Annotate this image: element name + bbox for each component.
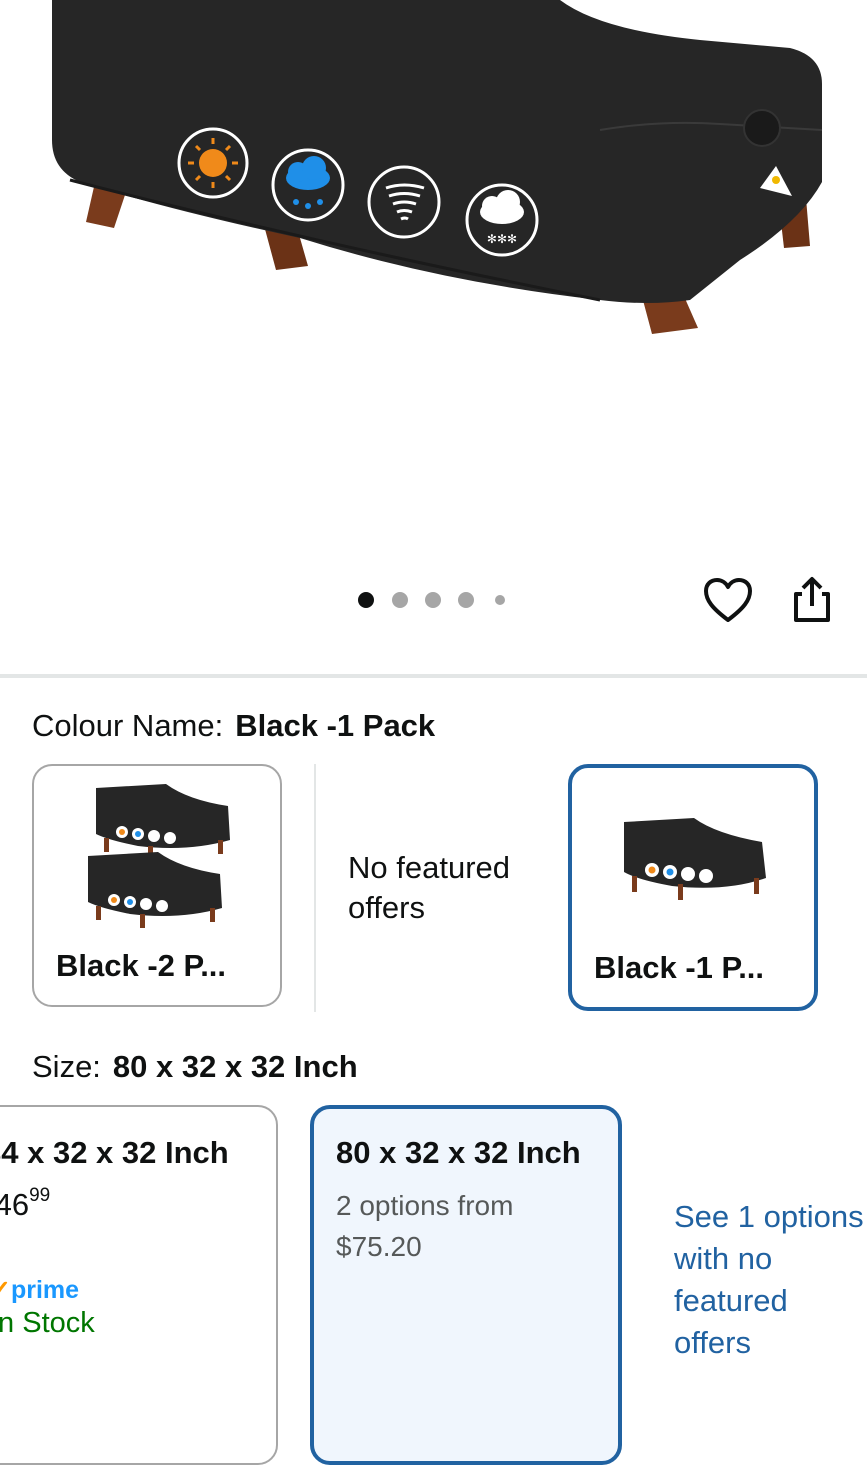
- carousel-dot[interactable]: [458, 592, 474, 608]
- sun-icon: [177, 127, 249, 199]
- colour-label: Colour Name:: [32, 708, 224, 743]
- carousel-dot[interactable]: [495, 595, 505, 605]
- colour-option-black-1-pack[interactable]: Black -1 P...: [568, 764, 818, 1011]
- size-selected-value: 80 x 32 x 32 Inch: [112, 1049, 358, 1084]
- tornado-icon: [367, 165, 441, 239]
- size-label-row: Size: 80 x 32 x 32 Inch: [32, 1049, 358, 1085]
- lounge-cover: [52, 0, 822, 303]
- size-option-price: $75.20: [336, 1231, 422, 1262]
- size-option-84-inch[interactable]: 84 x 32 x 32 Inch $4699 ✓prime In Stock: [0, 1105, 278, 1465]
- carousel-dot[interactable]: [392, 592, 408, 608]
- colour-option-thumbnail: [88, 784, 230, 928]
- carousel-dot-active[interactable]: [358, 592, 374, 608]
- size-option-price: $4699: [0, 1185, 51, 1223]
- heart-icon[interactable]: [702, 576, 754, 624]
- colour-option-name: Black -1 P...: [594, 950, 765, 985]
- size-option-title: 84 x 32 x 32 Inch: [0, 1135, 229, 1170]
- size-label: Size:: [32, 1049, 101, 1084]
- prime-badge: ✓prime: [0, 1275, 79, 1305]
- price-fraction: 99: [29, 1185, 51, 1206]
- colour-option-black-2-pack[interactable]: Black -2 P...: [32, 764, 282, 1007]
- prime-label: prime: [10, 1276, 80, 1304]
- stock-status: In Stock: [0, 1307, 95, 1339]
- no-featured-offers-text: No featured offers: [348, 850, 510, 925]
- section-divider: [0, 674, 867, 678]
- colour-option-thumbnail: [624, 818, 766, 900]
- rain-cloud-icon: [271, 148, 345, 222]
- size-option-offers-text: 2 options from: [336, 1190, 514, 1221]
- colour-selected-value: Black -1 Pack: [235, 708, 436, 743]
- svg-text:✻✻✻: ✻✻✻: [487, 232, 517, 246]
- share-icon[interactable]: [788, 574, 836, 626]
- see-options-link[interactable]: See 1 options with no featured offers: [674, 1196, 864, 1364]
- size-option-title: 80 x 32 x 32 Inch: [336, 1135, 581, 1170]
- carousel-dot[interactable]: [425, 592, 441, 608]
- image-carousel-dots[interactable]: [352, 588, 522, 614]
- product-image[interactable]: ✻✻✻: [0, 0, 867, 560]
- colour-option-name: Black -2 P...: [56, 948, 227, 983]
- price-whole: 46: [0, 1187, 30, 1222]
- snow-cloud-icon: ✻✻✻: [465, 183, 539, 257]
- swatch-divider: [314, 764, 316, 1012]
- colour-label-row: Colour Name: Black -1 Pack: [32, 708, 435, 744]
- size-option-80-inch[interactable]: 80 x 32 x 32 Inch 2 options from $75.20: [310, 1105, 622, 1465]
